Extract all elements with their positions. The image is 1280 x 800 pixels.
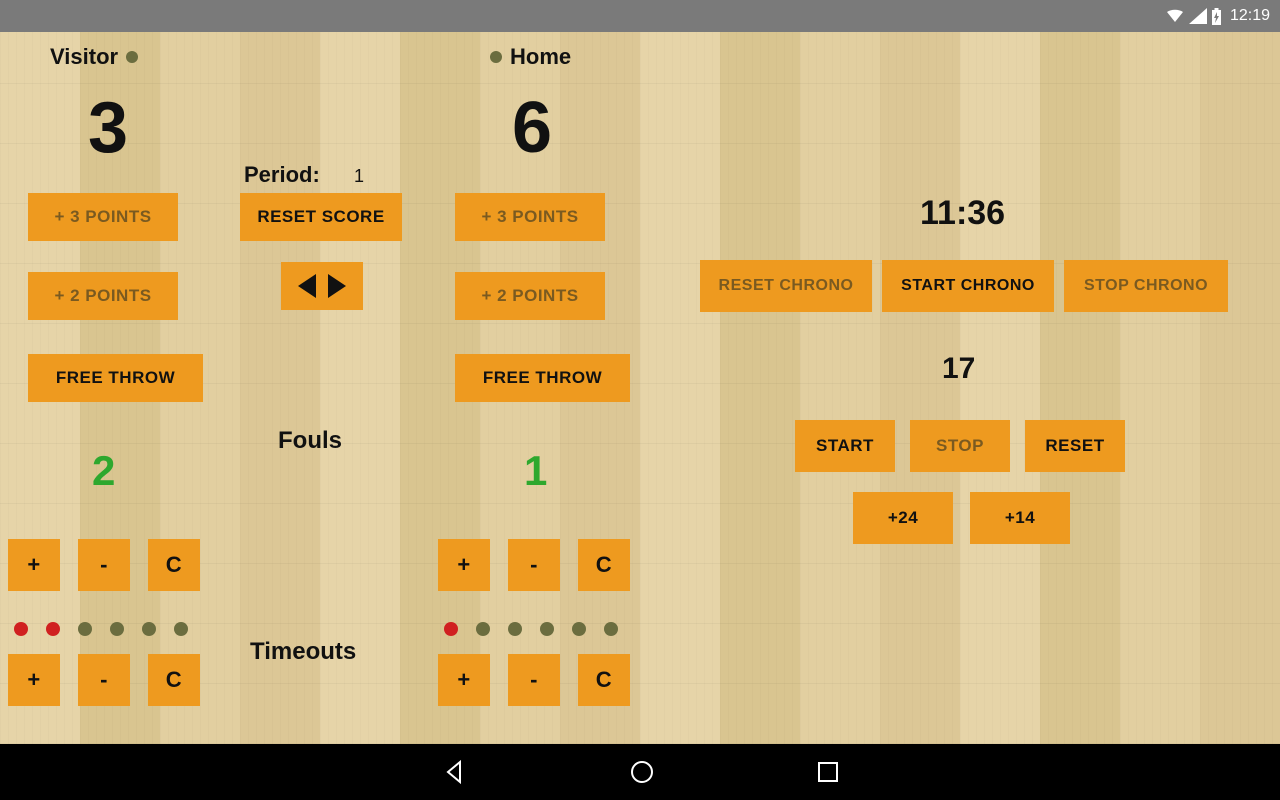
fouls-label: Fouls bbox=[278, 427, 342, 455]
home-timeout-dots bbox=[444, 622, 618, 636]
visitor-possession-dot bbox=[126, 51, 138, 63]
period-next-icon bbox=[328, 274, 346, 298]
visitor-freethrow-button[interactable]: FREE THROW bbox=[28, 354, 203, 402]
home-foul-plus-button[interactable]: + bbox=[438, 539, 490, 591]
battery-charging-icon bbox=[1211, 8, 1222, 25]
home-plus2-button[interactable]: + 2 POINTS bbox=[455, 272, 605, 320]
start-chrono-button[interactable]: START CHRONO bbox=[882, 260, 1054, 312]
shotclock-reset-button[interactable]: RESET bbox=[1025, 420, 1125, 472]
visitor-timeout-dots bbox=[14, 622, 188, 636]
home-foul-clear-button[interactable]: C bbox=[578, 539, 630, 591]
visitor-foul-minus-button[interactable]: - bbox=[78, 539, 130, 591]
visitor-foul-clear-button[interactable]: C bbox=[148, 539, 200, 591]
period-value: 1 bbox=[354, 166, 364, 187]
shotclock-stop-button[interactable]: STOP bbox=[910, 420, 1010, 472]
visitor-plus3-button[interactable]: + 3 POINTS bbox=[28, 193, 178, 241]
visitor-timeout-clear-button[interactable]: C bbox=[148, 654, 200, 706]
reset-score-button[interactable]: RESET SCORE bbox=[240, 193, 402, 241]
home-label: Home bbox=[490, 44, 571, 70]
visitor-label: Visitor bbox=[50, 44, 138, 70]
home-freethrow-button[interactable]: FREE THROW bbox=[455, 354, 630, 402]
visitor-plus2-button[interactable]: + 2 POINTS bbox=[28, 272, 178, 320]
android-status-bar: 12:19 bbox=[0, 0, 1280, 32]
reset-chrono-button[interactable]: RESET CHRONO bbox=[700, 260, 872, 312]
home-fouls: 1 bbox=[524, 447, 547, 495]
shot-clock: 17 bbox=[942, 352, 975, 386]
timeouts-label: Timeouts bbox=[250, 638, 356, 666]
nav-home-icon[interactable] bbox=[628, 758, 656, 786]
nav-recent-icon[interactable] bbox=[816, 760, 840, 784]
nav-back-icon[interactable] bbox=[440, 758, 468, 786]
visitor-score: 3 bbox=[88, 87, 128, 169]
period-arrows[interactable] bbox=[281, 262, 363, 310]
visitor-timeout-minus-button[interactable]: - bbox=[78, 654, 130, 706]
shotclock-plus14-button[interactable]: +14 bbox=[970, 492, 1070, 544]
android-nav-bar bbox=[0, 744, 1280, 800]
visitor-foul-plus-button[interactable]: + bbox=[8, 539, 60, 591]
period-prev-icon bbox=[298, 274, 316, 298]
status-time: 12:19 bbox=[1230, 7, 1270, 25]
visitor-fouls: 2 bbox=[92, 447, 115, 495]
home-score: 6 bbox=[512, 87, 552, 169]
shotclock-start-button[interactable]: START bbox=[795, 420, 895, 472]
stop-chrono-button[interactable]: STOP CHRONO bbox=[1064, 260, 1228, 312]
signal-icon bbox=[1189, 8, 1207, 24]
visitor-timeout-plus-button[interactable]: + bbox=[8, 654, 60, 706]
home-timeout-minus-button[interactable]: - bbox=[508, 654, 560, 706]
shotclock-plus24-button[interactable]: +24 bbox=[853, 492, 953, 544]
period-label: Period: bbox=[244, 162, 320, 188]
home-timeout-clear-button[interactable]: C bbox=[578, 654, 630, 706]
home-foul-minus-button[interactable]: - bbox=[508, 539, 560, 591]
home-plus3-button[interactable]: + 3 POINTS bbox=[455, 193, 605, 241]
home-possession-dot bbox=[490, 51, 502, 63]
home-timeout-plus-button[interactable]: + bbox=[438, 654, 490, 706]
wifi-icon bbox=[1165, 8, 1185, 24]
chrono-time: 11:36 bbox=[920, 194, 1005, 233]
scoreboard-app: Visitor Home 3 6 Period: 1 + 3 POINTS + … bbox=[0, 32, 1280, 744]
